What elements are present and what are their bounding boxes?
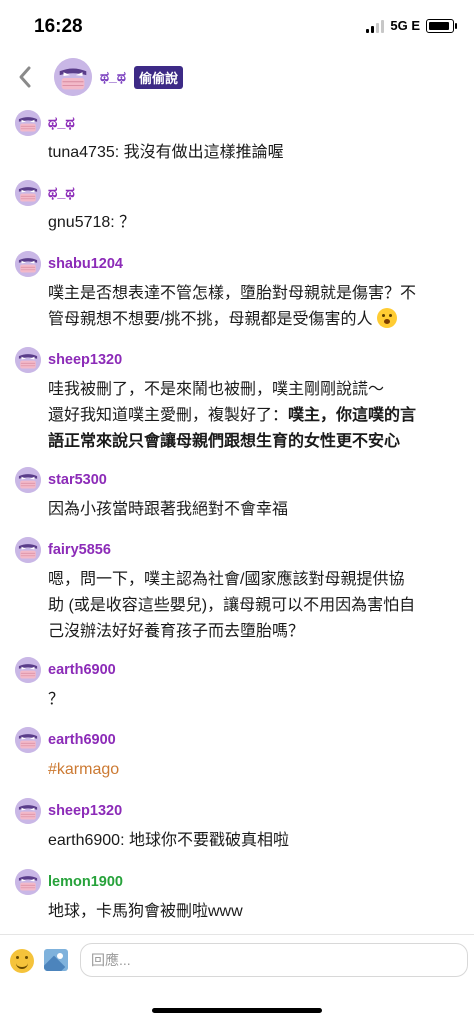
message-line: ？ bbox=[48, 687, 458, 713]
message-line: gnu5718: ？ bbox=[48, 210, 458, 236]
user-avatar[interactable] bbox=[15, 110, 41, 136]
message-line: 嗯，問一下，噗主認為社會/國家應該對母親提供協 bbox=[48, 567, 458, 593]
message-line: #karmago bbox=[48, 757, 458, 783]
text-segment: 管母親想不想要/挑不挑，母親都是受傷害的人 bbox=[48, 311, 377, 328]
username[interactable]: ಥ_ಥ bbox=[48, 115, 75, 131]
message-line: 語正常來說只會讓母親們跟想生育的女性更不安心 bbox=[48, 429, 458, 455]
message-text: 哇我被刪了，不是來鬧也被刪，噗主剛剛說謊～ 還好我知道噗主愛刪，複製好了：噗主，你… bbox=[48, 377, 458, 455]
text-segment: gnu5718: ？ bbox=[48, 214, 136, 231]
username[interactable]: sheep1320 bbox=[48, 352, 122, 368]
message-text: ？ bbox=[48, 687, 458, 713]
astonished-emoji-icon bbox=[376, 308, 397, 328]
user-avatar[interactable] bbox=[15, 869, 41, 895]
status-icons: 5G E bbox=[366, 18, 457, 33]
user-avatar[interactable] bbox=[15, 537, 41, 563]
status-time: 16:28 bbox=[34, 16, 83, 37]
message-line: earth6900: 地球你不要戳破真相啦 bbox=[48, 828, 458, 854]
hashtag-link[interactable]: #karmago bbox=[48, 761, 119, 778]
username[interactable]: earth6900 bbox=[48, 732, 116, 748]
text-segment: earth6900: 地球你不要戳破真相啦 bbox=[48, 832, 289, 849]
message-text: tuna4735: 我沒有做出這樣推論喔 bbox=[48, 140, 458, 166]
message-line: 噗主是否想表達不管怎樣，墮胎對母親就是傷害？不 bbox=[48, 281, 458, 307]
username[interactable]: star5300 bbox=[48, 472, 107, 488]
text-segment: 地球，卡馬狗會被刪啦www bbox=[48, 903, 243, 920]
battery-icon bbox=[426, 18, 457, 33]
text-segment: tuna4735: 我沒有做出這樣推論喔 bbox=[48, 144, 284, 161]
chevron-left-icon[interactable] bbox=[14, 62, 36, 92]
message-line: 己沒辦法好好養育孩子而去墮胎嗎？ bbox=[48, 619, 458, 645]
anonymous-badge: 偷偷說 bbox=[134, 66, 184, 89]
message-text: gnu5718: ？ bbox=[48, 210, 458, 236]
image-icon[interactable] bbox=[44, 949, 68, 971]
username[interactable]: sheep1320 bbox=[48, 803, 122, 819]
user-avatar[interactable] bbox=[15, 798, 41, 824]
message-text: 嗯，問一下，噗主認為社會/國家應該對母親提供協助 (或是收容這些嬰兒)，讓母親可… bbox=[48, 567, 458, 645]
text-segment: 噗主是否想表達不管怎樣，墮胎對母親就是傷害？不 bbox=[48, 285, 417, 302]
message-line: 因為小孩當時跟著我絕對不會幸福 bbox=[48, 497, 458, 523]
text-segment: 嗯，問一下，噗主認為社會/國家應該對母親提供協 bbox=[48, 571, 405, 588]
network-label: 5G E bbox=[390, 18, 420, 33]
username[interactable]: shabu1204 bbox=[48, 256, 123, 272]
user-avatar[interactable] bbox=[15, 347, 41, 373]
chat-header: ಥ_ಥ 偷偷說 bbox=[0, 56, 474, 100]
message-line: 還好我知道噗主愛刪，複製好了：噗主，你這噗的言 bbox=[48, 403, 458, 429]
user-avatar[interactable] bbox=[15, 727, 41, 753]
text-segment: 因為小孩當時跟著我絕對不會幸福 bbox=[48, 501, 289, 518]
header-avatar[interactable] bbox=[54, 58, 92, 96]
message-text: #karmago bbox=[48, 757, 458, 783]
reply-input[interactable] bbox=[80, 943, 468, 977]
message-line: 地球，卡馬狗會被刪啦www bbox=[48, 899, 458, 925]
username[interactable]: ಥ_ಥ bbox=[48, 185, 75, 201]
username[interactable]: lemon1900 bbox=[48, 874, 123, 890]
text-segment: ？ bbox=[48, 691, 65, 708]
text-segment: 還好我知道噗主愛刪，複製好了： bbox=[48, 407, 289, 424]
message-line: 助 (或是收容這些嬰兒)，讓母親可以不用因為害怕自 bbox=[48, 593, 458, 619]
text-segment: 哇我被刪了，不是來鬧也被刪，噗主剛剛說謊～ bbox=[48, 381, 385, 398]
reply-bar bbox=[0, 934, 474, 987]
header-title: ಥ_ಥ bbox=[100, 68, 126, 84]
message-text: 因為小孩當時跟著我絕對不會幸福 bbox=[48, 497, 458, 523]
text-segment: 己沒辦法好好養育孩子而去墮胎嗎？ bbox=[48, 623, 305, 640]
username[interactable]: fairy5856 bbox=[48, 542, 111, 558]
message-line: tuna4735: 我沒有做出這樣推論喔 bbox=[48, 140, 458, 166]
message-text: 噗主是否想表達不管怎樣，墮胎對母親就是傷害？不 管母親想不想要/挑不挑，母親都是受… bbox=[48, 281, 458, 333]
text-segment: 語正常來說只會讓母親們跟想生育的女性更不安心 bbox=[48, 433, 401, 450]
user-avatar[interactable] bbox=[15, 657, 41, 683]
user-avatar[interactable] bbox=[15, 251, 41, 277]
user-avatar[interactable] bbox=[15, 180, 41, 206]
status-bar: 16:28 5G E bbox=[0, 0, 474, 56]
signal-icon bbox=[366, 19, 385, 33]
username[interactable]: earth6900 bbox=[48, 662, 116, 678]
home-indicator bbox=[152, 1008, 322, 1013]
message-text: earth6900: 地球你不要戳破真相啦 bbox=[48, 828, 458, 854]
message-line: 哇我被刪了，不是來鬧也被刪，噗主剛剛說謊～ bbox=[48, 377, 458, 403]
user-avatar[interactable] bbox=[15, 467, 41, 493]
message-line: 管母親想不想要/挑不挑，母親都是受傷害的人 bbox=[48, 307, 458, 333]
text-segment: 噗主，你這噗的言 bbox=[288, 407, 417, 424]
smiley-icon[interactable] bbox=[10, 949, 34, 973]
text-segment: 助 (或是收容這些嬰兒)，讓母親可以不用因為害怕自 bbox=[48, 597, 416, 614]
message-text: 地球，卡馬狗會被刪啦www bbox=[48, 899, 458, 925]
